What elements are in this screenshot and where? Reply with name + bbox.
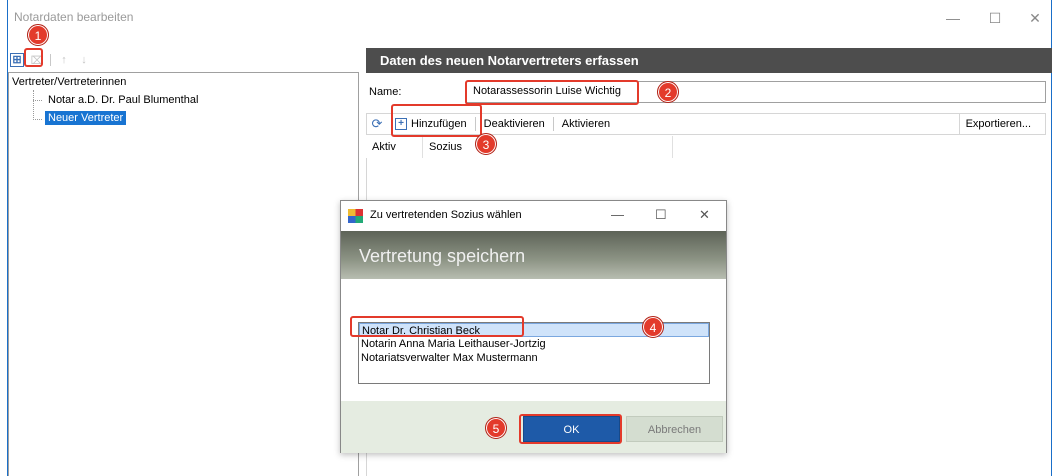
- panel-header: Daten des neuen Notarvertreters erfassen: [366, 48, 1052, 73]
- column-header-partner[interactable]: Sozius: [423, 136, 673, 158]
- tree-connector: [33, 119, 42, 120]
- add-icon[interactable]: ⊞: [10, 53, 24, 67]
- dialog-title-bar: Zu vertretenden Sozius wählen — ☐ ✕: [341, 201, 726, 231]
- step-marker-5: 5: [485, 417, 507, 439]
- tree-root[interactable]: Vertreter/Vertreterinnen: [12, 76, 126, 88]
- dialog-minimize-button[interactable]: —: [611, 207, 624, 222]
- highlight-add-icon: [24, 48, 43, 67]
- list-item[interactable]: Notarin Anna Maria Leithauser-Jortzig: [359, 337, 709, 351]
- toolbar-separator: [50, 54, 51, 66]
- dialog-body: Notar Dr. Christian Beck Notarin Anna Ma…: [341, 279, 726, 401]
- tree-item-new-representative[interactable]: Neuer Vertreter: [45, 111, 127, 125]
- title-bar: Notardaten bearbeiten — ☐ ✕: [8, 0, 1051, 36]
- activate-button[interactable]: Aktivieren: [554, 114, 618, 134]
- step-marker-3: 3: [475, 133, 497, 155]
- close-button[interactable]: ✕: [1020, 7, 1050, 29]
- move-up-icon[interactable]: ↑: [57, 53, 71, 67]
- cancel-button[interactable]: Abbrechen: [626, 416, 723, 442]
- step-marker-4: 4: [642, 316, 664, 338]
- highlight-list-item: [350, 316, 524, 337]
- tree-item-blumenthal[interactable]: Notar a.D. Dr. Paul Blumenthal: [45, 93, 201, 107]
- dialog-close-button[interactable]: ✕: [699, 207, 710, 223]
- list-item[interactable]: Notariatsverwalter Max Mustermann: [359, 351, 709, 365]
- app-logo-icon: [348, 209, 363, 223]
- window-title: Notardaten bearbeiten: [14, 10, 134, 24]
- name-label: Name:: [369, 86, 402, 98]
- step-marker-2: 2: [657, 81, 679, 103]
- maximize-button[interactable]: ☐: [980, 7, 1010, 29]
- tree-toolbar: ⊞ ⌧ ↑ ↓: [10, 50, 91, 70]
- dialog-banner: Vertretung speichern: [341, 231, 726, 279]
- deactivate-button[interactable]: Deaktivieren: [476, 114, 553, 134]
- grid-header: Aktiv Sozius: [366, 136, 1046, 158]
- tree-connector: [33, 90, 34, 120]
- highlight-name-field: [465, 80, 639, 105]
- refresh-icon[interactable]: ⟳: [367, 116, 387, 132]
- highlight-ok-button: [519, 414, 622, 444]
- step-marker-1: 1: [27, 24, 49, 46]
- highlight-add-button: [391, 104, 482, 137]
- minimize-button[interactable]: —: [938, 7, 968, 29]
- representative-tree: Vertreter/Vertreterinnen Notar a.D. Dr. …: [8, 72, 359, 476]
- dialog-title: Zu vertretenden Sozius wählen: [370, 209, 522, 221]
- dialog-maximize-button[interactable]: ☐: [655, 207, 667, 223]
- export-button[interactable]: Exportieren...: [958, 114, 1045, 134]
- move-down-icon[interactable]: ↓: [77, 53, 91, 67]
- column-header-active[interactable]: Aktiv: [366, 136, 423, 158]
- tree-connector: [33, 100, 42, 101]
- dialog-banner-title: Vertretung speichern: [359, 246, 526, 266]
